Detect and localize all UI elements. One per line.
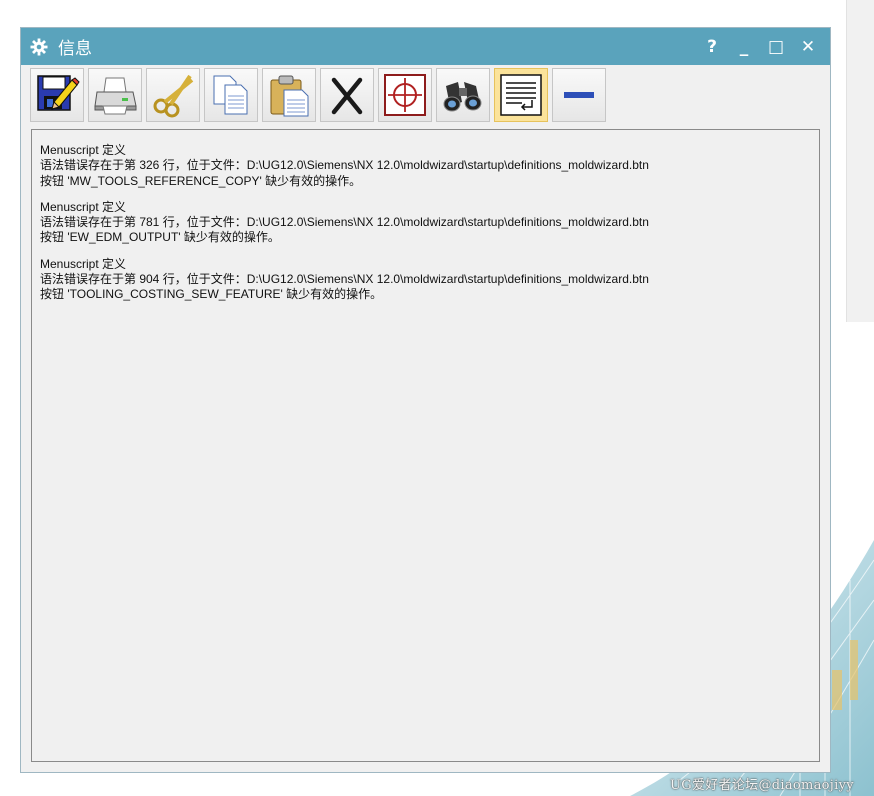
word-wrap-button[interactable] — [494, 68, 548, 122]
window-controls: ? _ □ ✕ — [696, 28, 824, 65]
minimize-button[interactable]: _ — [728, 32, 760, 62]
paste-button[interactable] — [262, 68, 316, 122]
binoculars-icon — [443, 82, 482, 112]
background-panel — [846, 0, 874, 322]
delete-button[interactable] — [320, 68, 374, 122]
message-block: Menuscript 定义 语法错误存在于第 326 行，位于文件：D:\UG1… — [40, 143, 811, 189]
save-edit-icon — [37, 75, 80, 111]
message-error: 按钮 'MW_TOOLS_REFERENCE_COPY' 缺少有效的操作。 — [40, 173, 362, 188]
message-output-area[interactable]: Menuscript 定义 语法错误存在于第 326 行，位于文件：D:\UG1… — [31, 129, 820, 762]
message-header: Menuscript 定义 — [40, 143, 127, 157]
message-detail: 语法错误存在于第 904 行，位于文件：D:\UG12.0\Siemens\NX… — [40, 272, 649, 287]
minus-icon — [564, 92, 594, 98]
save-button[interactable] — [30, 68, 84, 122]
maximize-button[interactable]: □ — [760, 32, 792, 62]
message-header: Menuscript 定义 — [40, 256, 127, 271]
message-detail: 语法错误存在于第 781 行，位于文件：D:\UG12.0\Siemens\NX… — [40, 215, 649, 230]
message-error: 按钮 'TOOLING_COSTING_SEW_FEATURE' 缺少有效的操作… — [40, 287, 383, 302]
message-block: Menuscript 定义 语法错误存在于第 781 行，位于文件：D:\UG1… — [40, 200, 811, 246]
cut-icon — [153, 74, 194, 118]
message-header: Menuscript 定义 — [40, 199, 127, 214]
word-wrap-icon — [500, 74, 542, 116]
find-button[interactable] — [436, 68, 490, 122]
paste-icon — [270, 75, 309, 117]
copy-icon — [213, 75, 248, 115]
message-error: 按钮 'EW_EDM_OUTPUT' 缺少有效的操作。 — [40, 230, 280, 245]
target-icon — [384, 74, 426, 116]
print-button[interactable] — [88, 68, 142, 122]
info-dialog: 信息 ? _ □ ✕ Menuscript 定义 语法错误存在于第 326 行，… — [20, 27, 831, 773]
help-button[interactable]: ? — [696, 32, 728, 62]
print-icon — [94, 77, 137, 115]
cut-button[interactable] — [146, 68, 200, 122]
copy-button[interactable] — [204, 68, 258, 122]
target-button[interactable] — [378, 68, 432, 122]
toolbar — [21, 65, 830, 123]
message-block: Menuscript 定义 语法错误存在于第 904 行，位于文件：D:\UG1… — [40, 257, 811, 303]
message-detail: 语法错误存在于第 326 行，位于文件：D:\UG12.0\Siemens\NX… — [40, 158, 649, 173]
dialog-title: 信息 — [58, 39, 92, 59]
close-button[interactable]: ✕ — [792, 32, 824, 62]
collapse-button[interactable] — [552, 68, 606, 122]
titlebar[interactable]: 信息 ? _ □ ✕ — [21, 28, 830, 65]
gear-icon — [29, 37, 49, 57]
delete-icon — [331, 77, 363, 115]
watermark-text: UG爱好者论坛@diaomaojiyy — [670, 778, 854, 793]
